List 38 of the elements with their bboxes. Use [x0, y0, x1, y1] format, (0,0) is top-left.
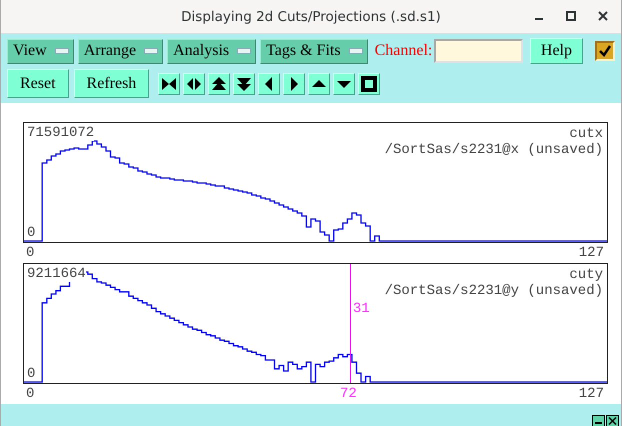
- window-title: Displaying 2d Cuts/Projections (.sd.s1): [181, 8, 441, 24]
- channel-label: Channel:: [374, 42, 432, 60]
- down-icon[interactable]: [333, 72, 356, 94]
- minimize-icon[interactable]: [592, 415, 605, 426]
- close-icon[interactable]: [606, 415, 619, 426]
- toggle-checkbox[interactable]: [595, 41, 615, 61]
- min-label: 0: [27, 225, 36, 241]
- menu-button[interactable]: Tags & Fits: [260, 38, 368, 64]
- square-icon[interactable]: [358, 72, 380, 94]
- min-label: 0: [27, 366, 36, 382]
- source-path: /SortSas/s2231@y (unsaved): [384, 283, 603, 299]
- axis-end: 127: [578, 386, 604, 404]
- menu-button[interactable]: Arrange: [78, 38, 164, 64]
- cut-name: cuty: [569, 267, 603, 283]
- left-icon[interactable]: [258, 72, 280, 94]
- axis-start: 0: [26, 386, 34, 404]
- menu-button[interactable]: Analysis: [167, 38, 256, 64]
- max-label: 9211664: [27, 266, 86, 282]
- help-button[interactable]: Help: [530, 38, 583, 64]
- max-label: 71591072: [27, 125, 94, 141]
- source-path: /SortSas/s2231@x (unsaved): [384, 142, 603, 158]
- collapse-icon[interactable]: [158, 72, 180, 94]
- toolbar-button[interactable]: Refresh: [74, 69, 150, 98]
- cursor-channel: 72: [340, 386, 357, 402]
- close-icon[interactable]: [597, 10, 609, 22]
- axis-start: 0: [26, 245, 34, 263]
- double-up-icon[interactable]: [208, 72, 230, 94]
- axis-end: 127: [578, 245, 604, 263]
- right-icon[interactable]: [283, 72, 306, 94]
- cut-name: cutx: [569, 126, 603, 142]
- menu-button[interactable]: View: [7, 38, 74, 64]
- channel-input[interactable]: [434, 39, 523, 63]
- double-down-icon[interactable]: [233, 72, 256, 94]
- toolbar-button[interactable]: Reset: [7, 69, 69, 98]
- maximize-icon[interactable]: [565, 10, 577, 22]
- expand-icon[interactable]: [183, 72, 206, 94]
- up-icon[interactable]: [308, 72, 330, 94]
- cursor-value: 31: [352, 301, 370, 317]
